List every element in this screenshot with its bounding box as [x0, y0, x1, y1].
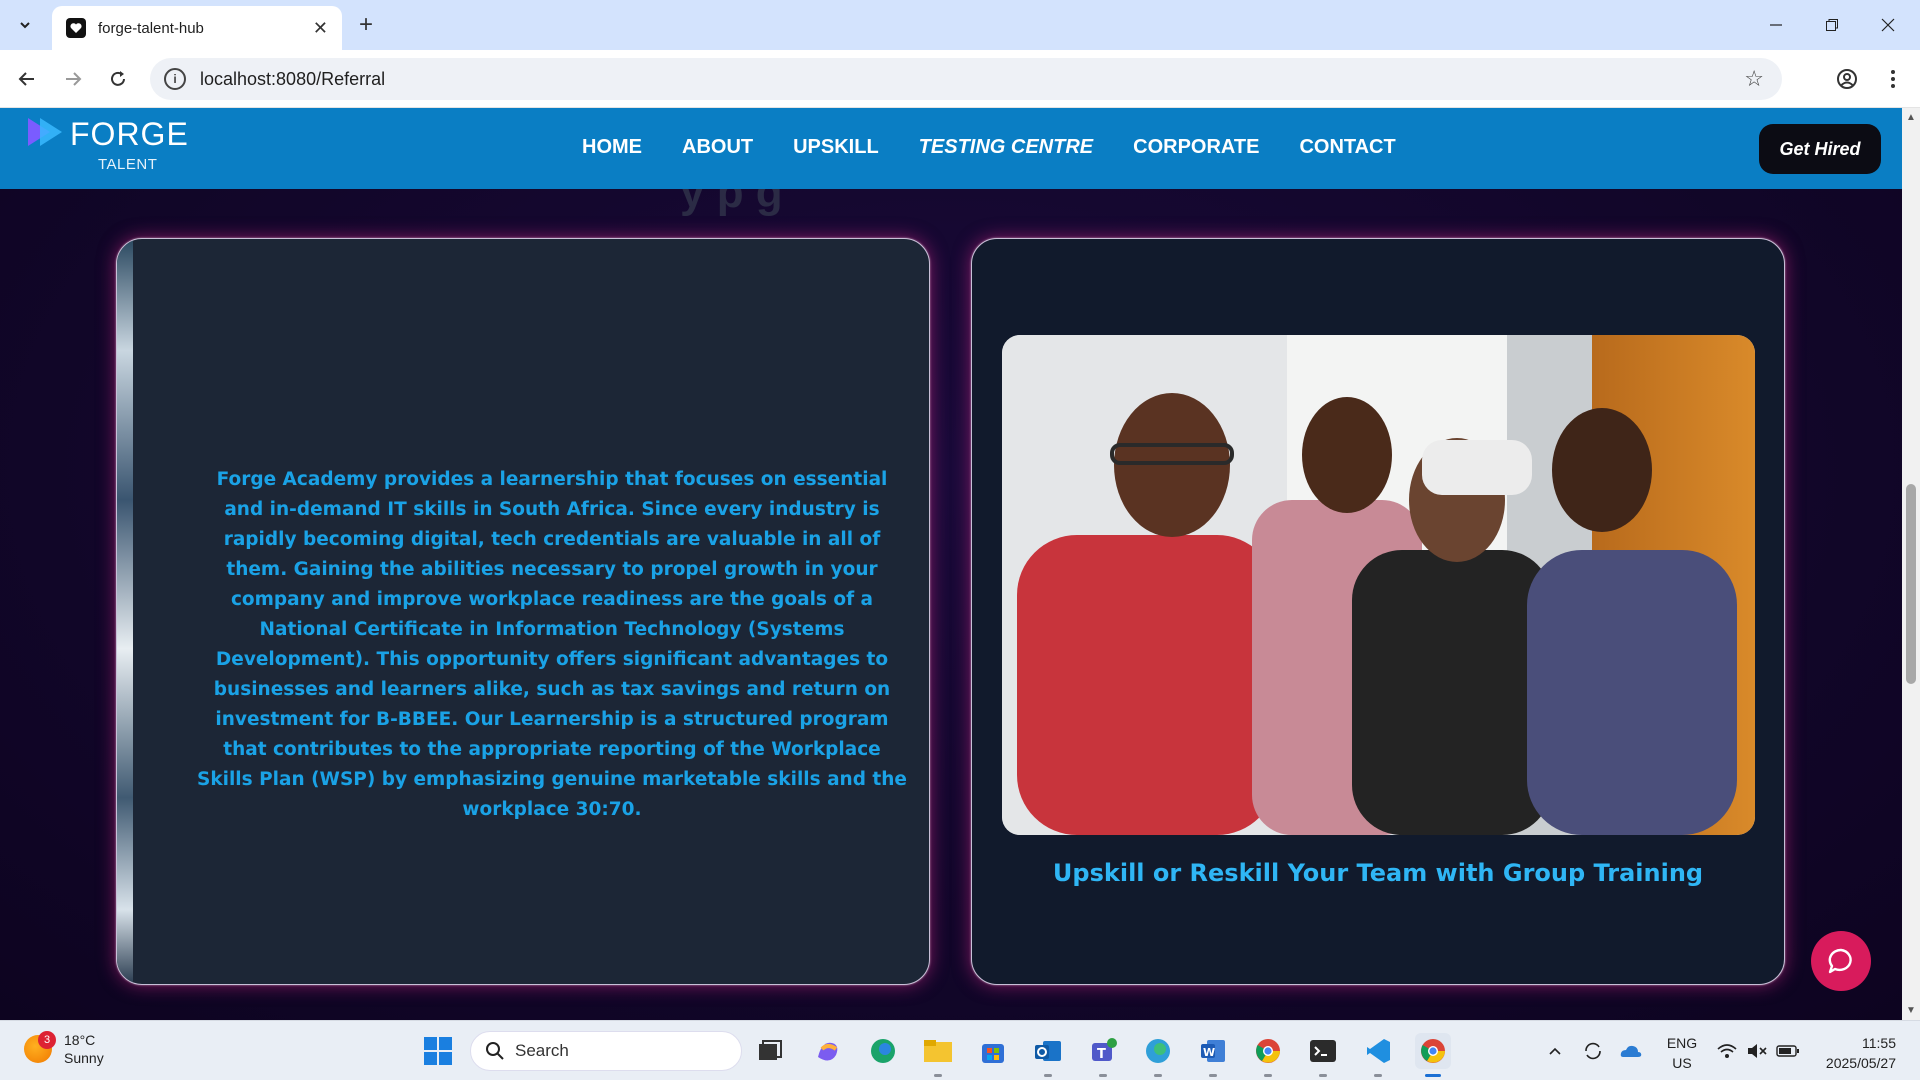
- browser-tab-bar: forge-talent-hub ✕ +: [0, 0, 1920, 50]
- page-scrollbar[interactable]: ▲ ▼: [1902, 108, 1920, 1020]
- flip-card-edge: [117, 239, 133, 984]
- battery-icon[interactable]: [1772, 1021, 1804, 1080]
- file-explorer-icon[interactable]: [920, 1033, 956, 1077]
- nav-corporate[interactable]: CORPORATE: [1133, 136, 1259, 159]
- wifi-icon[interactable]: [1712, 1021, 1742, 1080]
- tray-overflow-icon[interactable]: [1540, 1021, 1570, 1080]
- minimize-icon: [1770, 24, 1782, 26]
- logo-subtitle: TALENT: [98, 156, 158, 173]
- nav-home[interactable]: HOME: [582, 136, 642, 159]
- new-tab-button[interactable]: +: [352, 11, 380, 39]
- store-icon[interactable]: [975, 1033, 1011, 1069]
- language-indicator[interactable]: ENG US: [1664, 1033, 1700, 1073]
- group-training-photo: [1002, 335, 1755, 835]
- task-view-icon[interactable]: [752, 1033, 788, 1069]
- lang-top: ENG: [1666, 1035, 1698, 1051]
- chevron-down-icon: [20, 22, 30, 29]
- volume-muted-icon[interactable]: [1742, 1021, 1772, 1080]
- windows-logo-icon: [424, 1037, 452, 1065]
- logo-word: FORGE: [70, 116, 189, 152]
- nav-about[interactable]: ABOUT: [682, 136, 753, 159]
- svg-text:W: W: [1203, 1046, 1215, 1059]
- edge-icon[interactable]: [865, 1033, 901, 1069]
- windows-taskbar: 3 18°C Sunny Search T W ENG US 11:55 202…: [0, 1020, 1920, 1080]
- close-window-button[interactable]: [1860, 0, 1916, 50]
- vr-training-image: [1002, 335, 1755, 835]
- search-icon: [486, 1042, 504, 1060]
- nav-testing-centre[interactable]: TESTING CENTRE: [919, 136, 1093, 159]
- logo-mark-icon: [28, 118, 62, 146]
- minimize-button[interactable]: [1748, 0, 1804, 50]
- tab-title: forge-talent-hub: [98, 19, 204, 37]
- group-training-card: Upskill or Reskill Your Team with Group …: [971, 238, 1785, 985]
- clock-time: 11:55: [1862, 1035, 1896, 1051]
- back-button[interactable]: [12, 64, 42, 94]
- profile-button[interactable]: [1832, 64, 1862, 94]
- reload-button[interactable]: [103, 64, 133, 94]
- chat-bubble-icon: [1828, 948, 1852, 974]
- arrow-right-icon: [66, 72, 82, 86]
- start-button[interactable]: [420, 1033, 456, 1069]
- scroll-up-icon[interactable]: ▲: [1906, 112, 1916, 123]
- system-clock[interactable]: 11:55 2025/05/27: [1812, 1033, 1896, 1073]
- onedrive-icon[interactable]: [1616, 1021, 1646, 1080]
- tab-close-icon[interactable]: ✕: [313, 18, 328, 39]
- reload-icon: [111, 71, 125, 86]
- weather-badge: 3: [38, 1031, 56, 1049]
- main-menu: HOME ABOUT UPSKILL TESTING CENTRE CORPOR…: [582, 136, 1396, 159]
- arrow-left-icon: [18, 72, 34, 86]
- chrome-active-icon[interactable]: [1415, 1033, 1451, 1077]
- lang-bottom: US: [1672, 1055, 1692, 1071]
- close-icon: [1881, 18, 1895, 32]
- address-bar[interactable]: i localhost:8080/Referral ☆: [150, 58, 1782, 100]
- word-icon[interactable]: W: [1195, 1033, 1231, 1077]
- weather-widget[interactable]: 3 18°C Sunny: [24, 1031, 104, 1067]
- profile-icon: [1837, 69, 1857, 89]
- chat-button[interactable]: [1811, 931, 1871, 991]
- clock-date: 2025/05/27: [1825, 1055, 1896, 1071]
- scrollbar-thumb[interactable]: [1906, 484, 1916, 684]
- edge-dev-icon[interactable]: [1140, 1033, 1176, 1077]
- url-text: localhost:8080/Referral: [200, 68, 386, 89]
- restore-icon: [1826, 19, 1838, 31]
- forge-logo[interactable]: FORGE TALENT: [26, 116, 188, 176]
- taskbar-search[interactable]: Search: [470, 1031, 742, 1071]
- weather-temp: 18°C: [64, 1032, 96, 1048]
- svg-text:T: T: [1097, 1047, 1106, 1062]
- scroll-down-icon[interactable]: ▼: [1906, 1005, 1916, 1016]
- browser-toolbar: i localhost:8080/Referral ☆: [0, 50, 1920, 108]
- browser-menu-button[interactable]: [1878, 64, 1908, 94]
- chrome-icon[interactable]: [1250, 1033, 1286, 1077]
- site-info-icon[interactable]: i: [164, 68, 186, 90]
- outlook-icon[interactable]: [1030, 1033, 1066, 1077]
- site-navbar: FORGE TALENT HOME ABOUT UPSKILL TESTING …: [0, 108, 1902, 189]
- more-vertical-icon: [1891, 70, 1895, 88]
- weather-condition: Sunny: [64, 1050, 104, 1066]
- copilot-icon[interactable]: [810, 1033, 846, 1069]
- bookmark-star-icon[interactable]: ☆: [1744, 66, 1764, 92]
- group-training-caption: Upskill or Reskill Your Team with Group …: [1052, 859, 1704, 887]
- favicon-icon: [66, 18, 86, 38]
- sync-icon[interactable]: [1578, 1021, 1608, 1080]
- nav-upskill[interactable]: UPSKILL: [793, 136, 879, 159]
- forward-button[interactable]: [58, 64, 88, 94]
- terminal-icon[interactable]: [1305, 1033, 1341, 1077]
- browser-tab[interactable]: forge-talent-hub ✕: [52, 6, 342, 50]
- vscode-icon[interactable]: [1360, 1033, 1396, 1077]
- teams-icon[interactable]: T: [1085, 1033, 1121, 1077]
- search-placeholder: Search: [515, 1041, 569, 1060]
- get-hired-button[interactable]: Get Hired: [1759, 124, 1881, 174]
- nav-contact[interactable]: CONTACT: [1299, 136, 1395, 159]
- restore-button[interactable]: [1804, 0, 1860, 50]
- page-viewport: FORGE TALENT HOME ABOUT UPSKILL TESTING …: [0, 108, 1902, 1020]
- sun-icon: 3: [24, 1031, 56, 1063]
- tab-search-button[interactable]: [10, 10, 40, 40]
- learnership-card: Forge Academy provides a learnership tha…: [116, 238, 930, 985]
- learnership-description: Forge Academy provides a learnership tha…: [197, 469, 907, 820]
